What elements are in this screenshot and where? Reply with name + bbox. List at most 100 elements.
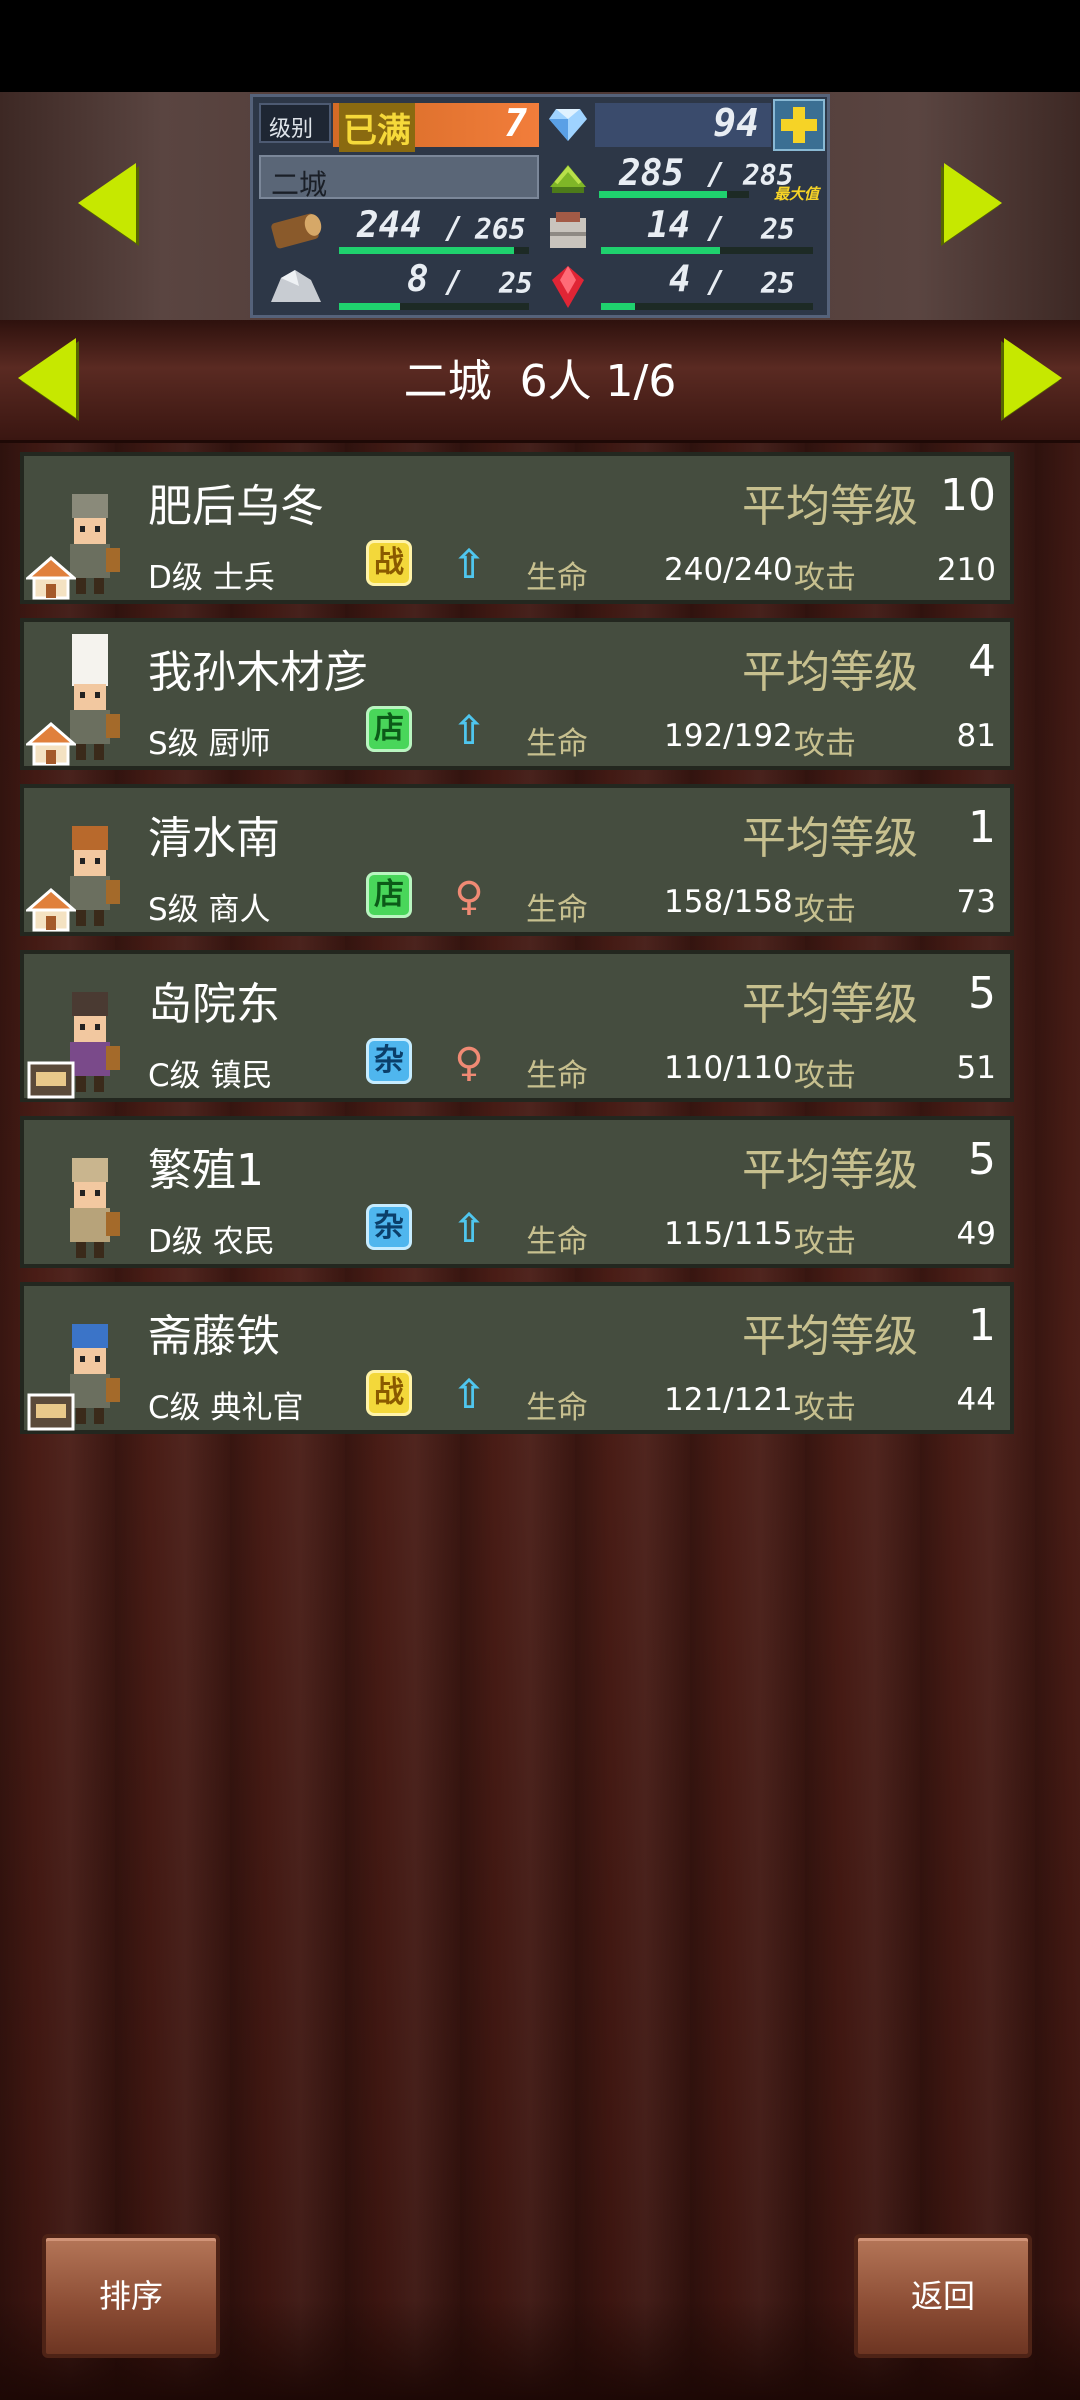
hp-label: 生命 — [526, 726, 588, 762]
resident-avatar — [26, 1292, 134, 1432]
wood-max: 265 — [475, 213, 526, 246]
female-icon: ♀ — [454, 874, 484, 920]
attack-label: 攻击 — [794, 892, 856, 928]
ore-box: 8 / 25 — [333, 259, 539, 313]
avg-level-value: 1 — [968, 1300, 996, 1351]
material-value: 14 — [647, 205, 691, 246]
resident-name: 岛院东 — [148, 979, 280, 1030]
hp-value: 240/240 — [664, 552, 793, 588]
avg-level-value: 5 — [968, 1134, 996, 1185]
resident-avatar — [26, 960, 134, 1100]
resident-row[interactable]: 清水南 平均等级 1 S级 商人 店 ♀ 生命 158/158 攻击 73 — [20, 784, 1014, 936]
resident-rank-job: C级 典礼官 — [148, 1390, 304, 1426]
back-button[interactable]: 返回 — [854, 2234, 1032, 2358]
character-sprite-icon — [70, 1158, 120, 1258]
house-icon — [26, 556, 76, 600]
resident-row[interactable]: 岛院东 平均等级 5 C级 镇民 杂 ♀ 生命 110/110 攻击 51 — [20, 950, 1014, 1102]
avg-level-label: 平均等级 — [742, 647, 918, 698]
attack-value: 51 — [956, 1050, 996, 1086]
gem-red-progress — [601, 303, 813, 310]
food-progress — [599, 191, 749, 198]
avg-level-value: 4 — [968, 636, 996, 687]
job-type-badge: 杂 — [366, 1038, 412, 1084]
hp-label: 生命 — [526, 560, 588, 596]
ore-progress — [339, 303, 529, 310]
gem-red-slash: / — [707, 265, 726, 300]
male-icon: ⇧ — [452, 1206, 486, 1252]
male-icon: ⇧ — [452, 542, 486, 588]
hp-label: 生命 — [526, 1390, 588, 1426]
hp-value: 158/158 — [664, 884, 793, 920]
wood-progress — [339, 247, 529, 254]
gem-red-max: 25 — [761, 267, 795, 300]
resident-avatar — [26, 1126, 134, 1266]
resident-avatar — [26, 462, 134, 602]
attack-value: 49 — [956, 1216, 996, 1252]
resident-row[interactable]: 我孙木材彦 平均等级 4 S级 厨师 店 ⇧ 生命 192/192 攻击 81 — [20, 618, 1014, 770]
avg-level-label: 平均等级 — [742, 1311, 918, 1362]
male-icon: ⇧ — [452, 1372, 486, 1418]
avg-level-value: 1 — [968, 802, 996, 853]
level-value: 7 — [504, 101, 527, 145]
gem-count: 94 — [713, 101, 759, 145]
attack-value: 73 — [956, 884, 996, 920]
avg-level-label: 平均等级 — [742, 481, 918, 532]
avg-level-value: 5 — [968, 968, 996, 1019]
material-progress-fill — [601, 247, 720, 254]
job-type-badge: 店 — [366, 872, 412, 918]
hp-value: 192/192 — [664, 718, 793, 754]
house-icon — [26, 888, 76, 932]
status-bar — [0, 0, 1080, 92]
resident-row[interactable]: 繁殖1 平均等级 5 D级 农民 杂 ⇧ 生命 115/115 攻击 49 — [20, 1116, 1014, 1268]
attack-label: 攻击 — [794, 560, 856, 596]
gem-red-box: 4 / 25 — [595, 259, 827, 313]
material-progress — [601, 247, 813, 254]
wood-slash: / — [445, 211, 464, 246]
job-type-badge: 战 — [366, 1370, 412, 1416]
level-status: 已满 — [339, 103, 415, 152]
ore-max: 25 — [499, 267, 533, 300]
prev-town-arrow-icon[interactable] — [78, 163, 136, 243]
hp-value: 115/115 — [664, 1216, 793, 1252]
attack-value: 210 — [936, 552, 996, 588]
male-icon: ⇧ — [452, 708, 486, 754]
level-label: 级别 — [269, 117, 314, 142]
resident-name: 我孙木材彦 — [148, 647, 368, 698]
resident-rank-job: S级 厨师 — [148, 726, 271, 762]
gem-red-value: 4 — [669, 259, 691, 300]
material-icon-box — [543, 207, 593, 255]
resident-avatar — [26, 628, 134, 768]
avg-level-label: 平均等级 — [742, 813, 918, 864]
bed-icon — [27, 1393, 75, 1431]
page-title: 二城 6人 1/6 — [403, 356, 677, 407]
resident-avatar — [26, 794, 134, 934]
attack-label: 攻击 — [794, 726, 856, 762]
attack-value: 81 — [956, 718, 996, 754]
level-label-box: 级别 — [259, 103, 331, 143]
wood-icon-box — [259, 207, 331, 255]
food-progress-fill — [599, 191, 727, 198]
food-slash: / — [707, 157, 726, 192]
ore-progress-fill — [339, 303, 400, 310]
next-town-arrow-icon[interactable] — [944, 163, 1002, 243]
wood-value: 244 — [357, 205, 423, 246]
sort-button[interactable]: 排序 — [42, 2234, 220, 2358]
town-name: 二城 — [271, 168, 328, 201]
ore-icon-box — [259, 261, 331, 313]
plus-icon — [781, 107, 817, 143]
log-icon — [271, 213, 322, 249]
resident-row[interactable]: 斋藤铁 平均等级 1 C级 典礼官 战 ⇧ 生命 121/121 攻击 44 — [20, 1282, 1014, 1434]
avg-level-value: 10 — [940, 470, 996, 521]
add-gems-button[interactable] — [773, 99, 825, 151]
resident-row[interactable]: 肥后乌冬 平均等级 10 D级 士兵 战 ⇧ 生命 240/240 攻击 210 — [20, 452, 1014, 604]
ruby-icon — [552, 266, 584, 308]
resident-name: 斋藤铁 — [148, 1311, 280, 1362]
job-type-badge: 店 — [366, 706, 412, 752]
resident-name: 肥后乌冬 — [148, 481, 324, 532]
hp-label: 生命 — [526, 892, 588, 928]
avg-level-label: 平均等级 — [742, 979, 918, 1030]
avg-level-label: 平均等级 — [742, 1145, 918, 1196]
resident-rank-job: D级 农民 — [148, 1224, 275, 1260]
material-max: 25 — [761, 213, 795, 246]
material-box: 14 / 25 — [595, 205, 827, 257]
